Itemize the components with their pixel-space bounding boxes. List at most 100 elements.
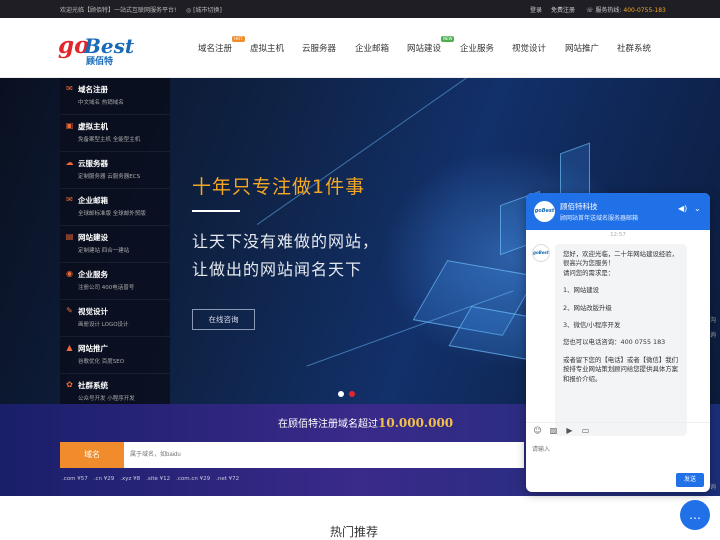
chat-bubble-icon[interactable]: … <box>680 500 710 530</box>
nav-label: 域名注册 <box>198 44 233 54</box>
hot-badge: HOT <box>232 36 245 42</box>
nav-item-website[interactable]: 网站建设 NEW <box>407 36 455 54</box>
community-icon: ✿ <box>66 380 73 389</box>
consult-button[interactable]: 在线咨询 <box>192 309 255 330</box>
city-switch-link[interactable]: ◎ [城市切换] <box>186 5 222 14</box>
nav-item-cloud[interactable]: 云服务器 <box>302 42 336 54</box>
welcome-text: 欢迎光临【顾佰特】一站式互联网服务平台! <box>60 7 177 14</box>
nav-item-community[interactable]: 社群系统 <box>617 42 651 54</box>
top-bar: 欢迎光临【顾佰特】一站式互联网服务平台! ◎ [城市切换] 登录 免费注册 ☏ … <box>0 0 720 18</box>
domain-price[interactable]: .net ¥72 <box>216 476 239 482</box>
nav-item-domain[interactable]: 域名注册 HOT <box>198 36 245 54</box>
sidebar-title: 企业邮箱 <box>78 196 108 205</box>
sidebar-subs: 定制服务器 云服务器ECS <box>78 174 141 180</box>
image-icon[interactable]: ▨ <box>548 425 559 436</box>
chat-option-1: 1、网站建设 <box>563 286 600 295</box>
carousel-dot-1[interactable] <box>338 391 344 397</box>
sidebar-subs: 免备案型主机 全能型主机 <box>78 137 141 143</box>
domain-price[interactable]: .site ¥12 <box>146 476 170 482</box>
chat-avatar: goBest <box>534 201 555 222</box>
chat-message-avatar: goBest <box>532 244 550 262</box>
sidebar-title: 网站建设 <box>78 233 108 242</box>
folder-icon[interactable]: ▭ <box>580 425 591 436</box>
nav-item-hosting[interactable]: 虚拟主机 <box>250 42 284 54</box>
domain-price[interactable]: .com.cn ¥29 <box>176 476 210 482</box>
hotline: ☏ 服务热线: 400-0755-183 <box>586 5 666 14</box>
sidebar-item-promote[interactable]: ▲ 网站推广 谷歌优化 百度SEO <box>60 337 170 374</box>
chat-option-3: 3、微信/小程序开发 <box>563 321 621 330</box>
sidebar-subs: 注册公司 400电话普号 <box>78 285 135 291</box>
sidebar-item-domain[interactable]: ✉ 域名注册中文域名 热销域名 <box>60 78 170 115</box>
chat-subtitle: 顾网站首年送域名服务器邮箱 <box>560 215 639 222</box>
sidebar-subs: 画册设计 LOGO设计 <box>78 322 129 328</box>
chat-send-button[interactable]: 发送 <box>676 473 704 487</box>
banner-slogan-line3: 让做出的网站闻名天下 <box>192 260 363 279</box>
domain-label: 域名 <box>60 442 124 468</box>
chat-ask: 请问您的需求是： <box>563 268 615 277</box>
sound-icon[interactable]: ◀) <box>678 204 687 213</box>
nav-item-design[interactable]: 视觉设计 <box>512 42 546 54</box>
new-badge: NEW <box>441 36 455 42</box>
sidebar-title: 企业服务 <box>78 270 108 279</box>
city-switch-label: [城市切换] <box>193 7 222 14</box>
banner-slogan-line2: 让天下没有难做的网站， <box>192 232 380 251</box>
sidebar-item-website[interactable]: ▤ 网站建设定制建站 四合一建站 <box>60 226 170 263</box>
sidebar-title: 云服务器 <box>78 159 108 168</box>
domain-price[interactable]: .com ¥57 <box>62 476 88 482</box>
chat-phone: 您也可以电话咨询：400 0755 183 <box>563 338 666 347</box>
sidebar-item-enterprise[interactable]: ◉ 企业服务注册公司 400电话普号 <box>60 263 170 300</box>
domain-price-list: .com ¥57 .cn ¥29 .xyz ¥8 .site ¥12 .com.cn ¥… <box>62 476 245 482</box>
sidebar-title: 域名注册 <box>78 85 108 94</box>
design-icon: ✎ <box>66 306 73 315</box>
category-sidebar: ✉ 域名注册中文域名 热销域名 ▣ 虚拟主机免备案型主机 全能型主机 ☁ 云服务器定制… <box>60 78 170 404</box>
chevron-down-icon[interactable]: ⌄ <box>694 204 701 213</box>
chat-widget: goBest 顾佰特科技 顾网站首年送域名服务器邮箱 ◀) ⌄ 12:57 go… <box>526 193 710 492</box>
slogan-divider <box>192 210 240 212</box>
domain-price[interactable]: .xyz ¥8 <box>120 476 140 482</box>
chat-message-input[interactable] <box>532 440 702 460</box>
domain-price[interactable]: .cn ¥29 <box>94 476 115 482</box>
emoji-icon[interactable]: ☺ <box>532 425 543 436</box>
envelope-icon: ✉ <box>66 84 73 93</box>
chat-header: goBest 顾佰特科技 顾网站首年送域名服务器邮箱 ◀) ⌄ <box>526 193 710 230</box>
hotline-number: 400-0755-183 <box>623 7 666 14</box>
nav-label: 网站建设 <box>407 44 442 54</box>
domain-search-input[interactable] <box>124 442 524 468</box>
header: go Best 顾佰特 域名注册 HOT 虚拟主机 云服务器 企业邮箱 网站建设 N… <box>0 18 720 78</box>
login-link[interactable]: 登录 <box>530 5 542 14</box>
chat-option-2: 2、网站改版升级 <box>563 303 612 312</box>
chat-company-name: 顾佰特科技 <box>560 202 598 211</box>
sidebar-subs: 定制建站 四合一建站 <box>78 248 130 254</box>
domain-headline-prefix: 在顾佰特注册域名超过 <box>278 419 378 430</box>
logo-cn: 顾佰特 <box>86 57 114 67</box>
domain-headline: 在顾佰特注册域名超过10.000.000 <box>278 415 453 430</box>
nav-item-mail[interactable]: 企业邮箱 <box>355 42 389 54</box>
server-icon: ▣ <box>65 121 74 130</box>
cloud-icon: ☁ <box>65 158 74 167</box>
nav-item-promote[interactable]: 网站推广 <box>565 42 599 54</box>
carousel-dot-2[interactable] <box>349 391 355 397</box>
hot-recommend-title: 热门推荐 <box>330 525 379 539</box>
sidebar-title: 虚拟主机 <box>78 122 108 131</box>
chat-message-bubble: 您好，欢迎光临，二十年网站建设经验，很高兴为您服务！ 请问您的需求是： 1、网站… <box>555 244 687 436</box>
sidebar-subs: 谷歌优化 百度SEO <box>78 359 125 365</box>
right-edge-text: 沟 <box>710 317 717 324</box>
sidebar-item-cloud[interactable]: ☁ 云服务器定制服务器 云服务器ECS <box>60 152 170 189</box>
sidebar-item-hosting[interactable]: ▣ 虚拟主机免备案型主机 全能型主机 <box>60 115 170 152</box>
chat-divider <box>526 422 710 423</box>
hotline-label: 服务热线: <box>595 7 622 14</box>
video-icon[interactable]: ▶ <box>564 425 575 436</box>
register-link[interactable]: 免费注册 <box>551 5 575 14</box>
eye-icon: ◉ <box>66 269 73 278</box>
website-icon: ▤ <box>65 232 74 241</box>
mail-icon: ✉ <box>66 195 73 204</box>
logo[interactable]: go Best 顾佰特 <box>58 33 156 68</box>
right-edge-text: 询 <box>710 484 717 491</box>
sidebar-item-design[interactable]: ✎ 视觉设计 画册设计 LOGO设计 <box>60 300 170 337</box>
sidebar-subs: 中文域名 热销域名 <box>78 100 124 106</box>
nav-item-enterprise[interactable]: 企业服务 <box>460 42 494 54</box>
sidebar-title: 社群系统 <box>78 381 108 390</box>
chat-timestamp: 12:57 <box>610 232 626 238</box>
sidebar-item-mail[interactable]: ✉ 企业邮箱 全球邮标准版 全球邮外贸版 <box>60 189 170 226</box>
sidebar-title: 网站推广 <box>78 344 108 353</box>
